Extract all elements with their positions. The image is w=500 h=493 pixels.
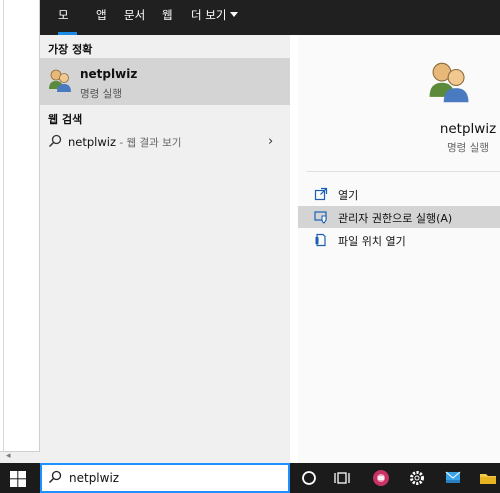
file-location-icon	[315, 233, 326, 247]
best-match-name: netplwiz	[80, 67, 138, 81]
tab-web[interactable]: 웹	[162, 0, 173, 35]
shield-icon	[314, 211, 327, 224]
open-file-location-action[interactable]: 파일 위치 열기	[298, 229, 500, 251]
tab-more[interactable]: 더 보기	[191, 0, 239, 35]
open-icon	[314, 187, 328, 201]
detail-subtitle: 명령 실행	[447, 142, 489, 154]
web-search-text: netplwiz - 웹 결과 보기	[68, 135, 182, 149]
desktop-background: ◂	[0, 0, 40, 463]
file-explorer-icon[interactable]	[473, 463, 500, 493]
chevron-right-icon[interactable]: ›	[268, 134, 273, 149]
tab-apps[interactable]: 앱	[96, 0, 107, 35]
settings-icon[interactable]	[402, 463, 432, 493]
search-query-text: netplwiz	[69, 471, 120, 485]
best-match-type: 명령 실행	[80, 88, 122, 100]
best-match-item[interactable]: netplwiz 명령 실행	[40, 58, 290, 105]
scroll-left-arrow-icon[interactable]: ◂	[6, 451, 11, 461]
tab-documents[interactable]: 문서	[124, 0, 145, 35]
detail-panel: netplwiz 명령 실행 열기 관리자 권한으로 실행(A) 파일 위치 열…	[290, 35, 500, 463]
tab-all[interactable]: 모두	[58, 0, 77, 53]
taskbar-search-input[interactable]: netplwiz	[40, 463, 290, 493]
divider	[306, 171, 500, 172]
search-icon	[48, 470, 62, 484]
users-large-icon	[429, 62, 469, 103]
horizontal-scrollbar[interactable]: ◂	[0, 451, 40, 463]
web-search-item[interactable]: netplwiz - 웹 결과 보기 ›	[40, 134, 290, 152]
taskbar: netplwiz	[0, 463, 500, 493]
web-search-header: 웹 검색	[48, 113, 83, 126]
search-icon	[48, 134, 62, 148]
task-view-icon[interactable]	[327, 463, 357, 493]
window-edge	[3, 0, 4, 455]
users-icon	[49, 69, 71, 92]
results-panel: 가장 정확 netplwiz 명령 실행 웹 검색 netplwiz - 웹 결…	[40, 35, 290, 463]
app-icon[interactable]	[366, 463, 396, 493]
open-action[interactable]: 열기	[298, 183, 500, 205]
windows-start-icon[interactable]	[10, 471, 26, 487]
best-match-header: 가장 정확	[48, 43, 93, 56]
cortana-icon[interactable]	[294, 463, 324, 493]
chevron-down-icon	[230, 12, 239, 17]
search-filter-bar: 모두 앱 문서 웹 더 보기	[40, 0, 500, 53]
run-as-admin-action[interactable]: 관리자 권한으로 실행(A)	[298, 206, 500, 228]
mail-icon[interactable]	[438, 463, 468, 493]
detail-title: netplwiz	[439, 121, 497, 137]
